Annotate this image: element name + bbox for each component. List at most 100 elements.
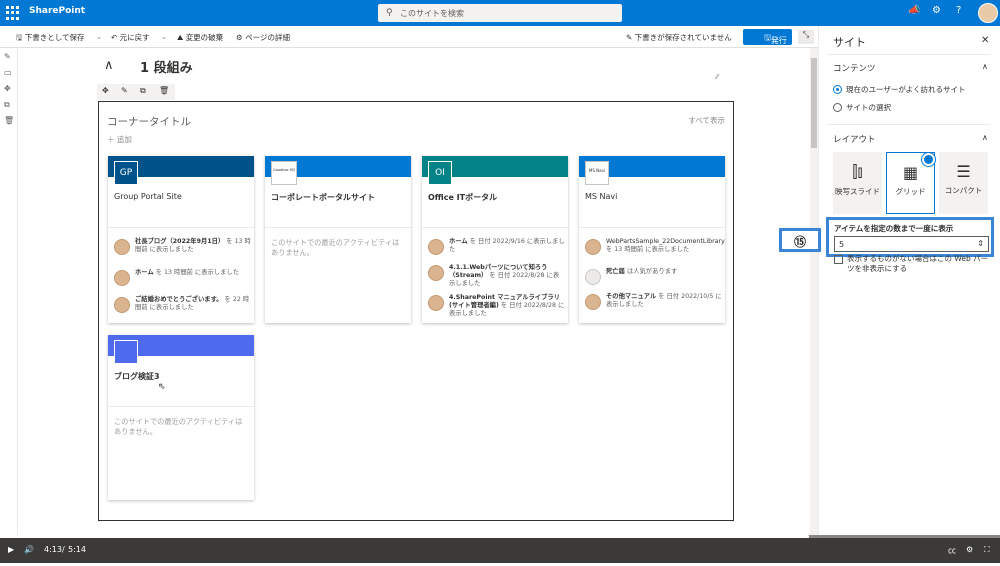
chevron-up-icon[interactable]: ∧ <box>982 133 988 142</box>
sites-webpart[interactable]: コーナータイトル すべて表示 ＋ 追加 GP Group Portal Site… <box>98 101 734 521</box>
activity-meta: は人気があります <box>626 268 678 275</box>
site-logo: Goodbox HD <box>271 161 297 185</box>
scrollbar-thumb[interactable] <box>811 58 817 148</box>
site-name[interactable]: コーポレートポータルサイト <box>271 192 375 203</box>
activity-meta: を 13 時間前 に表示しました <box>155 269 240 276</box>
discard-button[interactable]: ⛰ 変更の破棄 <box>177 32 223 43</box>
activity-title: その他マニュアル <box>606 293 657 300</box>
empty-activity: このサイトでの最近のアクティビティはありません。 <box>271 238 400 257</box>
callout-badge: ⑮ <box>779 228 821 252</box>
list-icon: ☰ <box>956 162 971 181</box>
divider <box>108 406 254 407</box>
activity-title: 社長ブログ（2022年9月1日） <box>135 238 225 245</box>
publish-button[interactable]: 🖫 発行 <box>743 29 792 45</box>
cursor-icon: ⇖ <box>158 382 166 392</box>
activity-meta: を 13 時間前 に表示しました <box>606 246 690 253</box>
close-icon[interactable]: ✕ <box>981 35 989 46</box>
site-card[interactable]: GP Group Portal Site 社長ブログ（2022年9月1日） を … <box>108 156 254 323</box>
video-controls: ▶ 🔊 4:13 / 5:14 ㏄ ⚙ ⛶ <box>0 538 1000 563</box>
file-icon <box>585 269 601 285</box>
site-card[interactable]: ブログ検証3 ⇖ このサイトでの最近のアクティビティはありません。 <box>108 335 254 500</box>
contents-header[interactable]: コンテンツ <box>833 62 876 74</box>
layout-header[interactable]: レイアウト <box>833 133 876 145</box>
collapse-section-icon[interactable]: ∧ <box>104 58 114 73</box>
webpart-title[interactable]: コーナータイトル <box>107 114 191 129</box>
site-name[interactable]: Office ITポータル <box>428 192 497 203</box>
edit-icon[interactable]: ✎ <box>121 86 128 95</box>
activity-item[interactable]: その他マニュアル を 日付 2022/10/5 に表示しました <box>585 293 723 319</box>
hide-if-empty-checkbox[interactable]: 表示するものがない場合はこの Web パーツを非表示にする <box>834 254 994 274</box>
property-pane: サイト ✕ コンテンツ ∧ 現在のユーザーがよく訪れるサイト サイトの選択 レイ… <box>818 26 1000 538</box>
activity-item[interactable]: WebPartsSample_22DocumentLibrary を 13 時間… <box>585 238 725 264</box>
search-input[interactable]: ⚲ このサイトを検索 <box>378 4 622 22</box>
layout-filmstrip-button[interactable]: ⫿⫾ 映写スライド <box>833 152 882 214</box>
resize-icon: ⁄⁄ <box>716 73 719 81</box>
selected-check-icon <box>922 153 935 166</box>
total-time: 5:14 <box>68 545 86 554</box>
add-section-icon[interactable]: ✎ <box>4 52 11 61</box>
activity-title: WebPartsSample_22DocumentLibrary <box>606 238 725 245</box>
delete-icon[interactable]: 🗑 <box>159 86 169 95</box>
items-count-select[interactable]: 5 ⇕ <box>834 236 989 252</box>
pane-title: サイト <box>833 36 866 49</box>
add-button[interactable]: ＋ 追加 <box>107 134 132 145</box>
site-card[interactable]: OI Office ITポータル ホーム を 日付 2022/9/16 に表示し… <box>422 156 568 323</box>
site-name[interactable]: ブログ検証3 <box>114 371 160 382</box>
play-icon[interactable]: ▶ <box>8 545 14 554</box>
move-icon[interactable]: ✥ <box>102 86 109 95</box>
layout-compact-button[interactable]: ☰ コンパクト <box>939 152 988 214</box>
radio-icon <box>833 85 842 94</box>
activity-item[interactable]: 社長ブログ（2022年9月1日） を 13 時間前 に表示しました <box>114 238 252 264</box>
site-name[interactable]: Group Portal Site <box>114 192 182 201</box>
site-card[interactable]: MS Navi MS Navi WebPartsSample_22Documen… <box>579 156 725 323</box>
activity-item[interactable]: ご結婚おめでとうございます。 を 22 時間前 に表示しました <box>114 296 252 322</box>
page-scrollbar[interactable] <box>810 48 818 538</box>
megaphone-icon[interactable]: 📣 <box>908 5 920 16</box>
site-logo <box>114 340 138 364</box>
app-launcher-icon[interactable] <box>6 6 20 20</box>
avatar[interactable] <box>978 3 998 23</box>
site-name[interactable]: MS Navi <box>585 192 617 201</box>
comment-icon[interactable]: ▭ <box>4 68 12 77</box>
gear-icon[interactable]: ⚙ <box>932 5 941 16</box>
activity-item[interactable]: 4.SharePoint マニュアルライブラリ(サイト管理者編) を 日付 20… <box>428 294 566 326</box>
activity-item[interactable]: ホーム を 13 時間前 に表示しました <box>114 269 252 295</box>
move-icon[interactable]: ✥ <box>4 84 11 93</box>
radio-icon <box>833 103 842 112</box>
settings-icon[interactable]: ⚙ <box>966 545 973 554</box>
page-details-button[interactable]: ⚙ ページの詳細 <box>236 32 290 43</box>
divider <box>579 227 725 228</box>
activity-item[interactable]: 4.1.1.Webパーツについて知ろう（Stream） を 日付 2022/8/… <box>428 264 566 296</box>
radio-select-sites[interactable]: サイトの選択 <box>833 102 891 113</box>
activity-item[interactable]: ホーム を 日付 2022/9/16 に表示しました <box>428 238 566 264</box>
collapse-icon[interactable]: ⤡ <box>798 30 814 44</box>
help-icon[interactable]: ? <box>956 5 961 16</box>
radio-frequent-sites[interactable]: 現在のユーザーがよく訪れるサイト <box>833 84 965 95</box>
section-title[interactable]: 1 段組み <box>140 57 193 76</box>
filmstrip-icon: ⫿⫾ <box>852 162 863 181</box>
save-draft-button[interactable]: 🖫 下書きとして保存 <box>16 32 85 45</box>
command-bar: 🖫 下書きとして保存 ⌄ ↶ 元に戻す ⌄ ⛰ 変更の破棄 ⚙ ページの詳細 ✎… <box>0 26 818 48</box>
dropdown-arrow-icon: ⇕ <box>977 239 984 248</box>
fullscreen-icon[interactable]: ⛶ <box>984 545 990 555</box>
activity-item[interactable]: 死亡届 は人気があります <box>585 268 723 294</box>
see-all-link[interactable]: すべて表示 <box>688 115 725 126</box>
avatar <box>585 294 601 310</box>
brand-label[interactable]: SharePoint <box>29 6 85 16</box>
site-logo: MS Navi <box>585 161 609 185</box>
site-logo: GP <box>114 161 138 185</box>
chevron-up-icon[interactable]: ∧ <box>982 62 988 71</box>
duplicate-icon[interactable]: ⧉ <box>4 100 10 110</box>
chevron-down-icon[interactable]: ⌄ <box>96 32 102 41</box>
duplicate-icon[interactable]: ⧉ <box>140 86 146 96</box>
chevron-down-icon[interactable]: ⌄ <box>161 32 167 41</box>
divider <box>827 124 991 125</box>
undo-button[interactable]: ↶ 元に戻す <box>111 32 150 43</box>
activity-title: ホーム <box>449 238 468 245</box>
empty-activity: このサイトでの最近のアクティビティはありません。 <box>114 417 243 436</box>
site-card[interactable]: Goodbox HD コーポレートポータルサイト このサイトでの最近のアクティビ… <box>265 156 411 323</box>
captions-icon[interactable]: ㏄ <box>948 545 956 556</box>
time-separator: / <box>62 545 65 554</box>
volume-icon[interactable]: 🔊 <box>24 545 34 554</box>
delete-icon[interactable]: 🗑 <box>4 116 14 125</box>
